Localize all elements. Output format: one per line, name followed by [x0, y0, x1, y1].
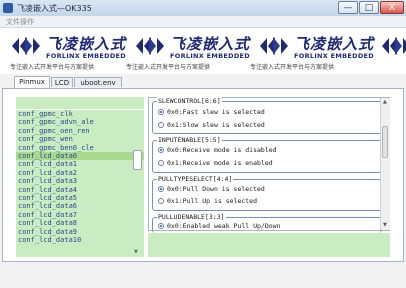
list-item[interactable]: conf_lcd_data3 — [18, 177, 77, 185]
option-radio[interactable]: 0x0:Fast slew is selected — [158, 108, 265, 116]
pin-list[interactable]: conf_gpmc_clk conf_gpmc_advn_ale conf_gp… — [16, 110, 144, 257]
pulludenable-group: PULLUDENABLE[3:3] 0x0:Enabled weak Pull … — [152, 213, 382, 233]
list-item[interactable]: conf_gpmc_advn_ale — [18, 118, 94, 126]
scroll-up-icon[interactable]: ▲ — [383, 99, 387, 105]
list-header-area — [16, 97, 144, 109]
brand-banner: 飞凌嵌入式 FORLINX EMBEDDED 专注嵌入式开发平台与方案提供 飞凌… — [0, 28, 406, 74]
scroll-down-icon[interactable]: ▼ — [134, 249, 138, 255]
list-item[interactable]: conf_lcd_data5 — [18, 194, 77, 202]
list-item[interactable]: conf_gpmc_ben0_cle — [18, 144, 94, 152]
option-radio[interactable]: 0x1:Receive mode is enabled — [158, 159, 273, 167]
list-item[interactable]: conf_gpmc_clk — [18, 110, 73, 118]
scrollbar-thumb[interactable] — [382, 126, 388, 158]
options-scrollbar[interactable]: ▲ ▼ — [380, 98, 390, 230]
radio-checked-icon[interactable] — [158, 186, 164, 192]
list-item-selected[interactable]: conf_lcd_data0 — [16, 152, 144, 160]
forlinx-logo-icon — [136, 37, 164, 55]
brand-logo: 飞凌嵌入式 FORLINX EMBEDDED 专注嵌入式开发平台与方案提供 — [10, 35, 127, 71]
pulltypeselect-group: PULLTYPESELECT[4:4] 0x0:Pull Down is sel… — [152, 175, 382, 211]
window-title: 飞凌嵌入式—OK335 — [17, 4, 92, 13]
list-item[interactable]: conf_lcd_data6 — [18, 202, 77, 210]
option-radio[interactable]: 0x0:Receive mode is disabled — [158, 146, 277, 154]
list-item[interactable]: conf_lcd_data8 — [18, 219, 77, 227]
list-scrollbar-thumb[interactable] — [133, 150, 142, 170]
minimize-button[interactable]: — — [338, 1, 358, 14]
list-item[interactable]: conf_lcd_data9 — [18, 228, 77, 236]
option-radio[interactable]: 0x0:Pull Down is selected — [158, 185, 265, 193]
status-area — [148, 233, 390, 257]
list-item[interactable]: conf_lcd_data4 — [18, 186, 77, 194]
inputenable-group: INPUTENABLE[5:5] 0x0:Receive mode is dis… — [152, 136, 382, 173]
slewcontrol-group: SLEWCONTROL[6:6] 0x0:Fast slew is select… — [152, 97, 382, 134]
menu-file[interactable]: 文件操作 — [6, 17, 34, 27]
forlinx-logo-icon — [382, 37, 406, 55]
option-radio[interactable]: 0x1:Pull Up is selected — [158, 197, 257, 205]
list-item[interactable]: conf_gpmc_oen_ren — [18, 127, 90, 135]
forlinx-logo-icon — [12, 37, 40, 55]
list-item[interactable]: conf_lcd_data2 — [18, 169, 77, 177]
maximize-button[interactable]: □ — [359, 1, 379, 14]
option-radio[interactable]: 0x1:Slow slew is selected — [158, 121, 265, 129]
close-button[interactable]: X — [380, 1, 404, 14]
tab-uboot-env[interactable]: uboot.env — [74, 77, 122, 87]
menu-bar: 文件操作 — [0, 16, 406, 28]
brand-logo: 飞凌嵌入式 FORLINX EMBEDDED 专注嵌入式开发平台与方案提供 — [126, 35, 251, 71]
list-item[interactable]: conf_lcd_data7 — [18, 211, 77, 219]
radio-checked-icon[interactable] — [158, 147, 164, 153]
title-bar: 飞凌嵌入式—OK335 — □ X — [0, 0, 406, 17]
tab-bar: Pinmux LCD uboot.env — [0, 76, 406, 88]
radio-checked-icon[interactable] — [158, 109, 164, 115]
tab-lcd[interactable]: LCD — [51, 77, 73, 87]
scroll-down-icon[interactable]: ▼ — [383, 222, 387, 228]
forlinx-logo-icon — [260, 37, 288, 55]
app-icon — [3, 3, 13, 13]
option-radio[interactable]: 0x0:Enabled weak Pull Up/Down — [158, 222, 281, 230]
brand-logo: 飞凌嵌入式 FORLINX EMBEDDED 专注嵌入式开发平台与方案提供 — [250, 35, 375, 71]
list-item[interactable]: conf_lcd_data10 — [18, 236, 81, 244]
list-item[interactable]: conf_gpmc_wen — [18, 135, 73, 143]
tab-pinmux[interactable]: Pinmux — [14, 76, 50, 88]
radio-icon[interactable] — [158, 198, 164, 204]
radio-icon[interactable] — [158, 160, 164, 166]
radio-checked-icon[interactable] — [158, 223, 164, 229]
list-item[interactable]: conf_lcd_data1 — [18, 160, 77, 168]
radio-icon[interactable] — [158, 122, 164, 128]
brand-logo — [378, 31, 406, 73]
